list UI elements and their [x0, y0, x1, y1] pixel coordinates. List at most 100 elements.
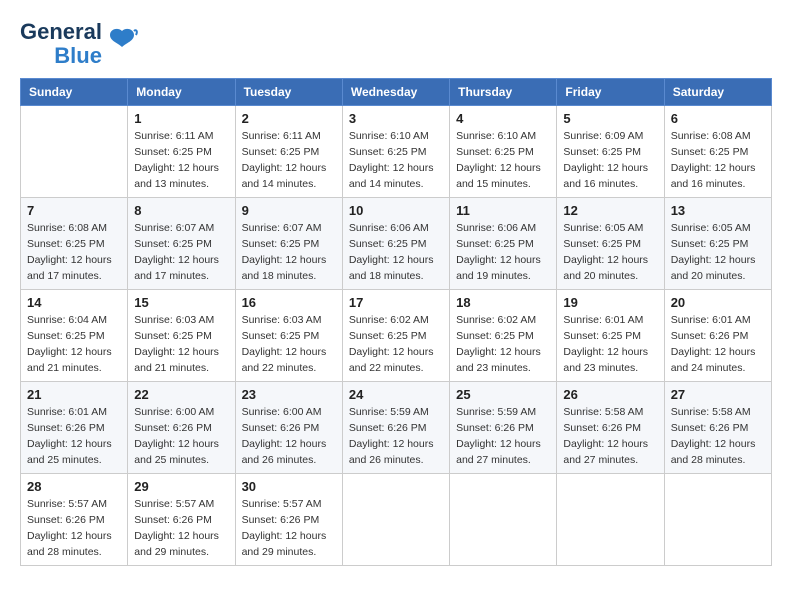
- day-info: Sunrise: 6:00 AMSunset: 6:26 PMDaylight:…: [242, 405, 336, 468]
- calendar-cell: 19 Sunrise: 6:01 AMSunset: 6:25 PMDayligh…: [557, 290, 664, 382]
- calendar-cell: 2 Sunrise: 6:11 AMSunset: 6:25 PMDaylight…: [235, 106, 342, 198]
- day-info: Sunrise: 6:01 AMSunset: 6:26 PMDaylight:…: [27, 405, 121, 468]
- logo-bird-icon: [106, 23, 138, 62]
- calendar-cell: 6Sunrise: 6:08 AMSunset: 6:25 PMDaylight…: [664, 106, 771, 198]
- weekday-header-saturday: Saturday: [664, 79, 771, 106]
- page-header: General Blue: [20, 20, 772, 68]
- logo-line1: General: [20, 20, 102, 44]
- calendar-cell: 15 Sunrise: 6:03 AMSunset: 6:25 PMDayligh…: [128, 290, 235, 382]
- day-info: Sunrise: 6:04 AMSunset: 6:25 PMDaylight:…: [27, 313, 121, 376]
- logo: General Blue: [20, 20, 138, 68]
- calendar-cell: [664, 474, 771, 566]
- day-info: Sunrise: 6:06 AMSunset: 6:25 PMDaylight:…: [349, 221, 443, 284]
- calendar-cell: 12 Sunrise: 6:05 AMSunset: 6:25 PMDayligh…: [557, 198, 664, 290]
- calendar-cell: 17 Sunrise: 6:02 AMSunset: 6:25 PMDayligh…: [342, 290, 449, 382]
- day-info: Sunrise: 5:58 AMSunset: 6:26 PMDaylight:…: [671, 405, 765, 468]
- day-number: 26: [563, 387, 657, 402]
- day-info: Sunrise: 6:06 AMSunset: 6:25 PMDaylight:…: [456, 221, 550, 284]
- day-number: 24: [349, 387, 443, 402]
- day-number: 1: [134, 111, 228, 126]
- day-number: 5: [563, 111, 657, 126]
- calendar-cell: 20 Sunrise: 6:01 AMSunset: 6:26 PMDayligh…: [664, 290, 771, 382]
- calendar-cell: 24 Sunrise: 5:59 AMSunset: 6:26 PMDayligh…: [342, 382, 449, 474]
- day-number: 25: [456, 387, 550, 402]
- day-info: Sunrise: 6:08 AMSunset: 6:25 PMDaylight:…: [27, 221, 121, 284]
- day-number: 6: [671, 111, 765, 126]
- day-info: Sunrise: 6:10 AMSunset: 6:25 PMDaylight:…: [456, 129, 550, 192]
- calendar-cell: 18 Sunrise: 6:02 AMSunset: 6:25 PMDayligh…: [450, 290, 557, 382]
- day-info: Sunrise: 6:02 AMSunset: 6:25 PMDaylight:…: [349, 313, 443, 376]
- calendar-cell: 22 Sunrise: 6:00 AMSunset: 6:26 PMDayligh…: [128, 382, 235, 474]
- day-number: 16: [242, 295, 336, 310]
- day-info: Sunrise: 6:01 AMSunset: 6:25 PMDaylight:…: [563, 313, 657, 376]
- calendar-cell: [557, 474, 664, 566]
- day-number: 29: [134, 479, 228, 494]
- calendar-cell: [342, 474, 449, 566]
- calendar-cell: 28 Sunrise: 5:57 AMSunset: 6:26 PMDayligh…: [21, 474, 128, 566]
- calendar-cell: [21, 106, 128, 198]
- day-info: Sunrise: 5:57 AMSunset: 6:26 PMDaylight:…: [242, 497, 336, 560]
- day-info: Sunrise: 6:07 AMSunset: 6:25 PMDaylight:…: [134, 221, 228, 284]
- day-info: Sunrise: 6:02 AMSunset: 6:25 PMDaylight:…: [456, 313, 550, 376]
- day-info: Sunrise: 5:59 AMSunset: 6:26 PMDaylight:…: [349, 405, 443, 468]
- weekday-header-wednesday: Wednesday: [342, 79, 449, 106]
- day-number: 28: [27, 479, 121, 494]
- day-number: 12: [563, 203, 657, 218]
- calendar-cell: 11 Sunrise: 6:06 AMSunset: 6:25 PMDayligh…: [450, 198, 557, 290]
- day-info: Sunrise: 6:00 AMSunset: 6:26 PMDaylight:…: [134, 405, 228, 468]
- day-info: Sunrise: 6:11 AMSunset: 6:25 PMDaylight:…: [242, 129, 336, 192]
- day-info: Sunrise: 6:09 AMSunset: 6:25 PMDaylight:…: [563, 129, 657, 192]
- day-info: Sunrise: 6:01 AMSunset: 6:26 PMDaylight:…: [671, 313, 765, 376]
- day-number: 2: [242, 111, 336, 126]
- day-number: 13: [671, 203, 765, 218]
- calendar-cell: 9 Sunrise: 6:07 AMSunset: 6:25 PMDaylight…: [235, 198, 342, 290]
- calendar-cell: 5 Sunrise: 6:09 AMSunset: 6:25 PMDaylight…: [557, 106, 664, 198]
- calendar-cell: 23 Sunrise: 6:00 AMSunset: 6:26 PMDayligh…: [235, 382, 342, 474]
- day-number: 3: [349, 111, 443, 126]
- calendar-cell: 21 Sunrise: 6:01 AMSunset: 6:26 PMDayligh…: [21, 382, 128, 474]
- logo-line2: Blue: [54, 44, 102, 68]
- day-number: 30: [242, 479, 336, 494]
- day-info: Sunrise: 6:07 AMSunset: 6:25 PMDaylight:…: [242, 221, 336, 284]
- calendar-cell: 4Sunrise: 6:10 AMSunset: 6:25 PMDaylight…: [450, 106, 557, 198]
- day-number: 10: [349, 203, 443, 218]
- calendar-cell: 25 Sunrise: 5:59 AMSunset: 6:26 PMDayligh…: [450, 382, 557, 474]
- day-info: Sunrise: 5:57 AMSunset: 6:26 PMDaylight:…: [134, 497, 228, 560]
- day-number: 21: [27, 387, 121, 402]
- day-number: 20: [671, 295, 765, 310]
- calendar-cell: 16 Sunrise: 6:03 AMSunset: 6:25 PMDayligh…: [235, 290, 342, 382]
- day-info: Sunrise: 6:03 AMSunset: 6:25 PMDaylight:…: [134, 313, 228, 376]
- day-number: 7: [27, 203, 121, 218]
- weekday-header-friday: Friday: [557, 79, 664, 106]
- day-number: 23: [242, 387, 336, 402]
- calendar-cell: 29 Sunrise: 5:57 AMSunset: 6:26 PMDayligh…: [128, 474, 235, 566]
- calendar-table: SundayMondayTuesdayWednesdayThursdayFrid…: [20, 78, 772, 566]
- day-number: 11: [456, 203, 550, 218]
- day-info: Sunrise: 5:59 AMSunset: 6:26 PMDaylight:…: [456, 405, 550, 468]
- day-info: Sunrise: 6:03 AMSunset: 6:25 PMDaylight:…: [242, 313, 336, 376]
- day-info: Sunrise: 5:58 AMSunset: 6:26 PMDaylight:…: [563, 405, 657, 468]
- day-number: 22: [134, 387, 228, 402]
- calendar-cell: 10 Sunrise: 6:06 AMSunset: 6:25 PMDayligh…: [342, 198, 449, 290]
- day-info: Sunrise: 6:10 AMSunset: 6:25 PMDaylight:…: [349, 129, 443, 192]
- day-info: Sunrise: 6:05 AMSunset: 6:25 PMDaylight:…: [671, 221, 765, 284]
- weekday-header-monday: Monday: [128, 79, 235, 106]
- calendar-cell: 27 Sunrise: 5:58 AMSunset: 6:26 PMDayligh…: [664, 382, 771, 474]
- day-info: Sunrise: 6:05 AMSunset: 6:25 PMDaylight:…: [563, 221, 657, 284]
- day-number: 17: [349, 295, 443, 310]
- calendar-cell: 30 Sunrise: 5:57 AMSunset: 6:26 PMDayligh…: [235, 474, 342, 566]
- day-info: Sunrise: 5:57 AMSunset: 6:26 PMDaylight:…: [27, 497, 121, 560]
- calendar-cell: 1Sunrise: 6:11 AMSunset: 6:25 PMDaylight…: [128, 106, 235, 198]
- calendar-cell: 3 Sunrise: 6:10 AMSunset: 6:25 PMDaylight…: [342, 106, 449, 198]
- calendar-cell: 7 Sunrise: 6:08 AMSunset: 6:25 PMDaylight…: [21, 198, 128, 290]
- day-number: 27: [671, 387, 765, 402]
- calendar-cell: 8Sunrise: 6:07 AMSunset: 6:25 PMDaylight…: [128, 198, 235, 290]
- day-number: 18: [456, 295, 550, 310]
- day-number: 14: [27, 295, 121, 310]
- calendar-cell: 13 Sunrise: 6:05 AMSunset: 6:25 PMDayligh…: [664, 198, 771, 290]
- day-number: 19: [563, 295, 657, 310]
- day-number: 9: [242, 203, 336, 218]
- weekday-header-sunday: Sunday: [21, 79, 128, 106]
- day-number: 15: [134, 295, 228, 310]
- calendar-cell: [450, 474, 557, 566]
